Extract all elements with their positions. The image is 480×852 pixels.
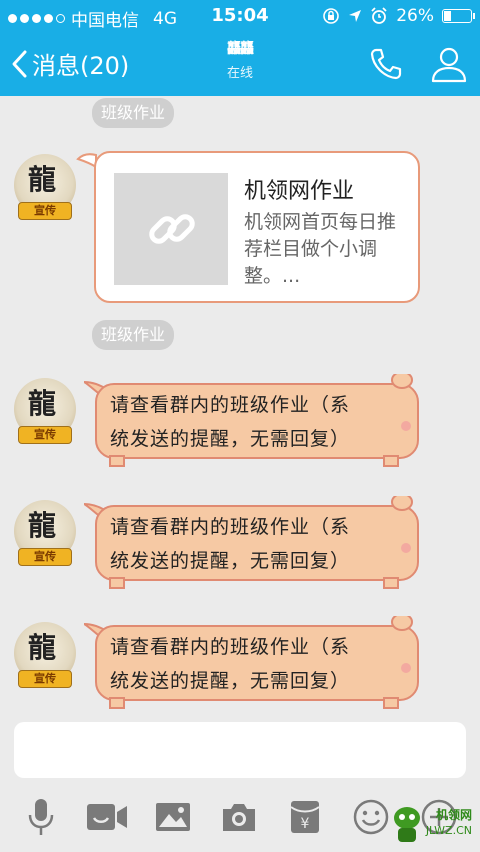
battery-icon <box>442 9 475 23</box>
group-tag: 班级作业 <box>92 98 175 128</box>
status-right: 26% <box>322 6 475 26</box>
watermark-url: JLWZ.CN <box>425 824 472 837</box>
message-text: 请查看群内的班级作业（系 统发送的提醒，无需回复） <box>110 510 410 578</box>
avatar-badge: 宣传 <box>18 548 72 566</box>
rotation-lock-icon <box>323 8 340 24</box>
camera-icon[interactable] <box>214 792 264 842</box>
link-thumbnail <box>114 173 228 285</box>
online-status: 在线 <box>226 66 253 81</box>
message-line: 请查看群内的班级作业（系 <box>110 516 351 538</box>
microphone-icon[interactable] <box>16 792 66 842</box>
avatar-badge: 宣传 <box>18 202 72 220</box>
avatar-badge: 宣传 <box>18 426 72 444</box>
avatar[interactable]: 龍 宣传 <box>14 378 76 444</box>
chevron-left-icon <box>12 50 27 77</box>
image-icon[interactable] <box>148 792 198 842</box>
message-input[interactable] <box>14 722 466 778</box>
avatar[interactable]: 龍 宣传 <box>14 622 76 688</box>
avatar[interactable]: 龍 宣传 <box>14 154 76 220</box>
avatar-character: 龍 <box>28 163 57 196</box>
nav-bar: 消息(20) 龘龘 在线 <box>0 32 480 96</box>
message-text: 请查看群内的班级作业（系 统发送的提醒，无需回复） <box>110 630 410 698</box>
link-title: 机领网作业 <box>244 179 355 204</box>
avatar-character: 龍 <box>28 387 57 420</box>
link-message-card[interactable]: 机领网作业 机领网首页每日推荐栏目做个小调整。... <box>94 151 420 303</box>
link-description: 机领网首页每日推荐栏目做个小调整。... <box>244 211 397 287</box>
back-label: 消息(20) <box>32 52 130 80</box>
input-bar: ¥ 机领网 JLWZ.CN <box>0 710 480 852</box>
back-button[interactable]: 消息(20) <box>10 46 129 81</box>
message-line: 统发送的提醒，无需回复） <box>110 550 351 572</box>
avatar-character: 龍 <box>28 631 57 664</box>
message-line: 请查看群内的班级作业（系 <box>110 394 351 416</box>
chat-area[interactable]: 班级作业 龍 宣传 机领网作业 机领网首页每日推荐栏目做个小调整。... 班级作… <box>0 96 480 710</box>
status-bar: 中国电信 4G 15:04 26% <box>0 0 480 32</box>
battery-percent: 26% <box>396 6 434 26</box>
message-text: 请查看群内的班级作业（系 统发送的提醒，无需回复） <box>110 388 410 456</box>
avatar-badge: 宣传 <box>18 670 72 688</box>
red-packet-icon[interactable]: ¥ <box>280 792 330 842</box>
phone-icon[interactable] <box>368 46 404 82</box>
message-line: 统发送的提醒，无需回复） <box>110 670 351 692</box>
alarm-icon <box>371 7 387 24</box>
link-icon <box>149 214 195 244</box>
avatar[interactable]: 龍 宣传 <box>14 500 76 566</box>
avatar-character: 龍 <box>28 509 57 542</box>
location-icon <box>349 10 362 22</box>
robot-logo-icon <box>394 807 420 842</box>
profile-icon[interactable] <box>430 44 468 84</box>
contact-name-logo: 龘龘 <box>227 41 254 57</box>
watermark-text: 机领网 <box>435 808 472 822</box>
message-line: 请查看群内的班级作业（系 <box>110 636 351 658</box>
battery-fill <box>444 11 451 21</box>
group-tag: 班级作业 <box>92 320 175 350</box>
video-icon[interactable] <box>82 792 132 842</box>
svg-text:¥: ¥ <box>301 816 310 832</box>
watermark: 机领网 JLWZ.CN <box>388 802 478 848</box>
conversation-title[interactable]: 龘龘 在线 <box>140 40 340 81</box>
message-line: 统发送的提醒，无需回复） <box>110 428 351 450</box>
top-bar: 中国电信 4G 15:04 26% 消息(20) 龘龘 在线 <box>0 0 480 96</box>
